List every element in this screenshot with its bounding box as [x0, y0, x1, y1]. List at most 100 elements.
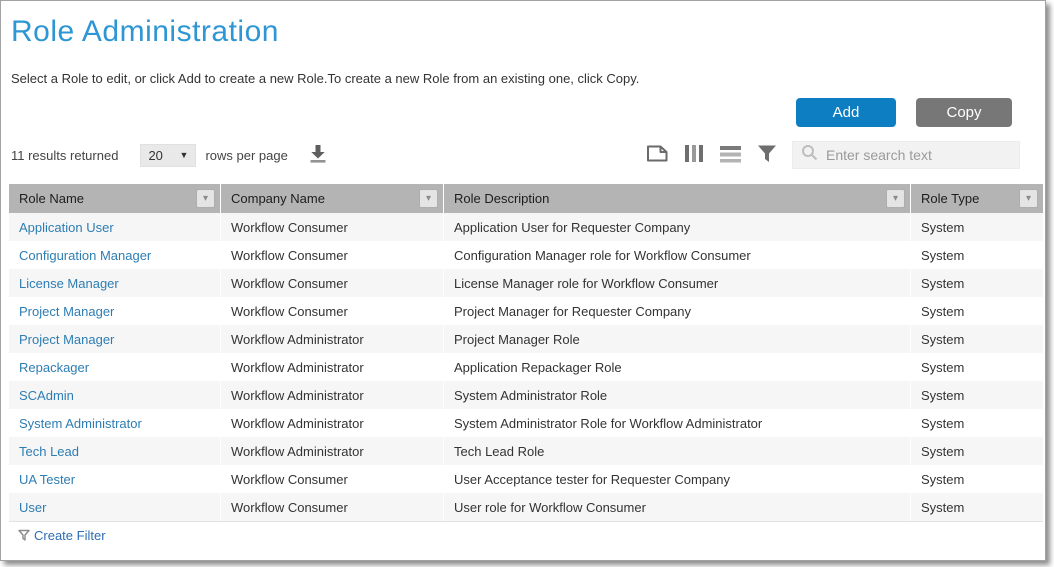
search-input[interactable]	[826, 147, 1011, 163]
cell-company-name: Workflow Consumer	[221, 269, 444, 297]
cell-role-type: System	[911, 493, 1043, 521]
roles-table: Role Name ▾ Company Name ▾ Role Description ▾…	[9, 184, 1043, 521]
search-box	[792, 141, 1020, 169]
chevron-down-icon: ▾	[203, 194, 208, 204]
column-header-label: Role Type	[921, 191, 979, 206]
cell-role-type: System	[911, 269, 1043, 297]
column-header-role-type[interactable]: Role Type ▾	[911, 184, 1043, 213]
column-menu-button[interactable]: ▾	[1019, 189, 1038, 208]
toolbar-left: 11 results returned 20 ▼ rows per page	[11, 143, 330, 167]
table-header-row: Role Name ▾ Company Name ▾ Role Description ▾…	[9, 184, 1043, 213]
table-row: Application User Workflow ConsumerApplica…	[9, 213, 1043, 241]
document-icon	[646, 144, 669, 166]
cell-role-name: Application User	[9, 213, 221, 241]
download-export-button[interactable]	[306, 143, 330, 167]
cell-company-name: Workflow Consumer	[221, 465, 444, 493]
cell-role-type: System	[911, 465, 1043, 493]
role-name-link[interactable]: System Administrator	[19, 416, 142, 431]
filter-row-button[interactable]	[757, 144, 777, 166]
cell-company-name: Workflow Administrator	[221, 437, 444, 465]
toolbar-right	[646, 141, 1020, 169]
export-document-button[interactable]	[646, 144, 669, 166]
role-name-link[interactable]: Repackager	[19, 360, 89, 375]
cell-role-type: System	[911, 297, 1043, 325]
rows-icon	[719, 145, 742, 166]
cell-role-type: System	[911, 409, 1043, 437]
cell-role-type: System	[911, 381, 1043, 409]
cell-role-description: Tech Lead Role	[444, 437, 911, 465]
cell-role-type: System	[911, 437, 1043, 465]
add-button[interactable]: Add	[796, 98, 896, 127]
column-chooser-button[interactable]	[684, 144, 704, 166]
cell-company-name: Workflow Administrator	[221, 381, 444, 409]
columns-icon	[684, 144, 704, 166]
cell-role-type: System	[911, 241, 1043, 269]
cell-role-name: System Administrator	[9, 409, 221, 437]
create-filter-link[interactable]: Create Filter	[18, 528, 106, 543]
column-header-label: Company Name	[231, 191, 325, 206]
column-header-role-name[interactable]: Role Name ▾	[9, 184, 221, 213]
results-count-text: 11 results returned	[11, 148, 118, 163]
cell-role-name: Project Manager	[9, 325, 221, 353]
cell-role-description: Project Manager Role	[444, 325, 911, 353]
cell-role-description: Configuration Manager role for Workflow …	[444, 241, 911, 269]
cell-company-name: Workflow Administrator	[221, 325, 444, 353]
table-row: Project Manager Workflow AdministratorPro…	[9, 325, 1043, 353]
role-name-link[interactable]: Application User	[19, 220, 114, 235]
cell-role-description: User Acceptance tester for Requester Com…	[444, 465, 911, 493]
cell-role-name: User	[9, 493, 221, 521]
role-name-link[interactable]: UA Tester	[19, 472, 75, 487]
table-row: User Workflow ConsumerUser role for Workf…	[9, 493, 1043, 521]
cell-company-name: Workflow Consumer	[221, 213, 444, 241]
table-body: Application UserWorkflow ConsumerApplica…	[9, 213, 1043, 521]
column-menu-button[interactable]: ▾	[419, 189, 438, 208]
cell-role-name: License Manager	[9, 269, 221, 297]
instructions-text: Select a Role to edit, or click Add to c…	[11, 71, 1045, 86]
role-name-link[interactable]: Project Manager	[19, 332, 114, 347]
cell-company-name: Workflow Consumer	[221, 297, 444, 325]
column-header-label: Role Description	[454, 191, 549, 206]
cell-role-description: Application Repackager Role	[444, 353, 911, 381]
cell-role-name: SCAdmin	[9, 381, 221, 409]
cell-company-name: Workflow Consumer	[221, 241, 444, 269]
copy-button[interactable]: Copy	[916, 98, 1012, 127]
filter-icon	[757, 144, 777, 166]
cell-role-name: Project Manager	[9, 297, 221, 325]
cell-role-description: Application User for Requester Company	[444, 213, 911, 241]
action-button-row: Add Copy	[1, 98, 1012, 127]
role-administration-page: Role Administration Select a Role to edi…	[0, 0, 1046, 561]
cell-role-description: System Administrator Role	[444, 381, 911, 409]
cell-role-description: User role for Workflow Consumer	[444, 493, 911, 521]
create-filter-label: Create Filter	[34, 528, 106, 543]
column-menu-button[interactable]: ▾	[196, 189, 215, 208]
chevron-down-icon: ▾	[426, 194, 431, 204]
column-header-label: Role Name	[19, 191, 84, 206]
cell-company-name: Workflow Consumer	[221, 493, 444, 521]
role-name-link[interactable]: Configuration Manager	[19, 248, 151, 263]
role-name-link[interactable]: User	[19, 500, 46, 515]
table-row: Project ManagerWorkflow ConsumerProject …	[9, 297, 1043, 325]
column-header-company-name[interactable]: Company Name ▾	[221, 184, 444, 213]
role-name-link[interactable]: Tech Lead	[19, 444, 79, 459]
rows-per-page-select[interactable]: 20 ▼	[140, 144, 196, 167]
grid-toolbar: 11 results returned 20 ▼ rows per page	[11, 141, 1020, 169]
page-title: Role Administration	[11, 15, 1045, 49]
role-name-link[interactable]: License Manager	[19, 276, 119, 291]
create-filter-icon	[18, 529, 30, 542]
cell-company-name: Workflow Administrator	[221, 353, 444, 381]
chevron-down-icon: ▾	[1026, 194, 1031, 204]
rows-per-page-value: 20	[148, 148, 162, 163]
select-caret-icon: ▼	[180, 150, 189, 160]
column-header-role-description[interactable]: Role Description ▾	[444, 184, 911, 213]
column-menu-button[interactable]: ▾	[886, 189, 905, 208]
role-name-link[interactable]: SCAdmin	[19, 388, 74, 403]
table-row: System Administrator Workflow Administrat…	[9, 409, 1043, 437]
rows-per-page-label: rows per page	[205, 148, 287, 163]
cell-company-name: Workflow Administrator	[221, 409, 444, 437]
row-density-button[interactable]	[719, 145, 742, 166]
cell-role-name: Configuration Manager	[9, 241, 221, 269]
cell-role-description: System Administrator Role for Workflow A…	[444, 409, 911, 437]
role-name-link[interactable]: Project Manager	[19, 304, 114, 319]
table-row: Configuration Manager Workflow ConsumerCo…	[9, 241, 1043, 269]
table-row: Repackager Workflow AdministratorApplicat…	[9, 353, 1043, 381]
